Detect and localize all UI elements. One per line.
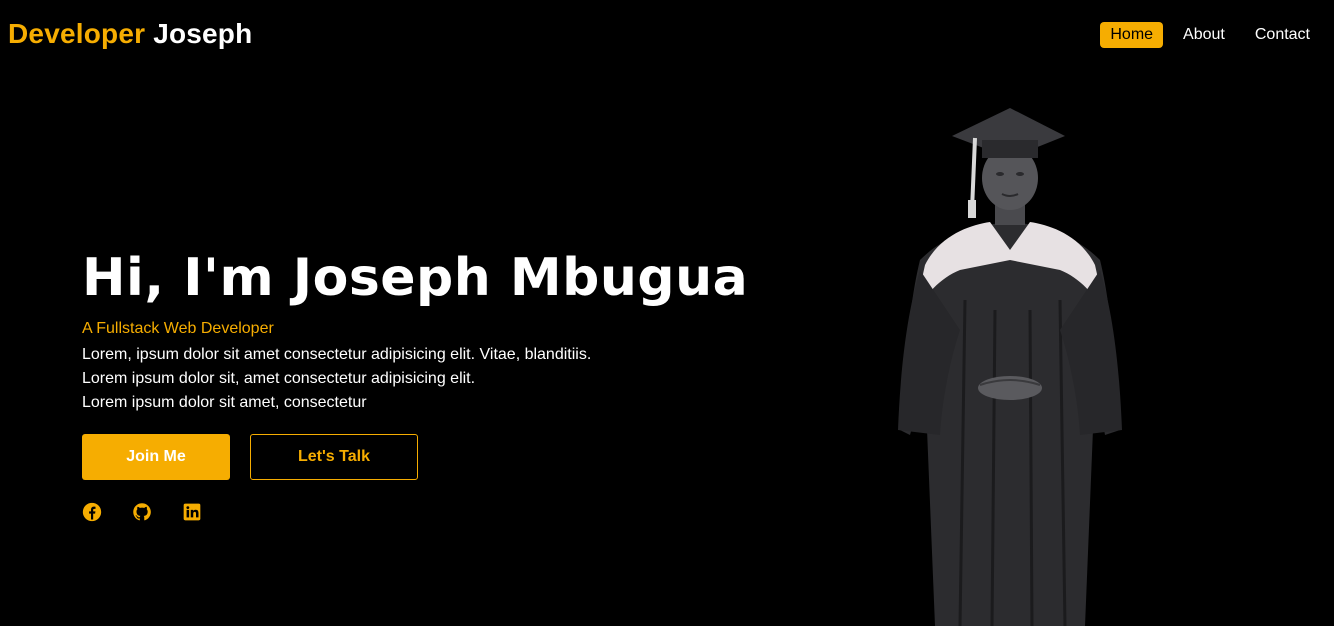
github-icon[interactable] [132, 502, 152, 522]
facebook-icon[interactable] [82, 502, 102, 522]
linkedin-icon[interactable] [182, 502, 202, 522]
nav-home-link[interactable]: Home [1100, 22, 1164, 48]
lets-talk-button[interactable]: Let's Talk [250, 434, 418, 480]
description-line: Lorem ipsum dolor sit, amet consectetur … [82, 370, 476, 387]
main-nav: Home About Contact [1090, 22, 1320, 48]
nav-contact-link[interactable]: Contact [1245, 22, 1320, 48]
description-line: Lorem, ipsum dolor sit amet consectetur … [82, 346, 592, 363]
logo-accent-text: Developer [8, 18, 146, 49]
site-logo[interactable]: Developer Joseph [8, 18, 252, 50]
logo-name-text: Joseph [153, 18, 253, 49]
nav-about-link[interactable]: About [1173, 22, 1235, 48]
page: Developer Joseph Home About Contact Hi, … [0, 0, 1334, 626]
description-line: Lorem ipsum dolor sit amet, consectetur [82, 394, 367, 411]
graduate-portrait-image [898, 108, 1122, 626]
social-links [82, 502, 232, 522]
join-me-button[interactable]: Join Me [82, 434, 230, 480]
hero-subtitle: A Fullstack Web Developer [82, 320, 274, 337]
hero-description: Lorem, ipsum dolor sit amet consectetur … [82, 343, 642, 415]
hero-headline: Hi, I'm Joseph Mbugua [82, 248, 749, 308]
